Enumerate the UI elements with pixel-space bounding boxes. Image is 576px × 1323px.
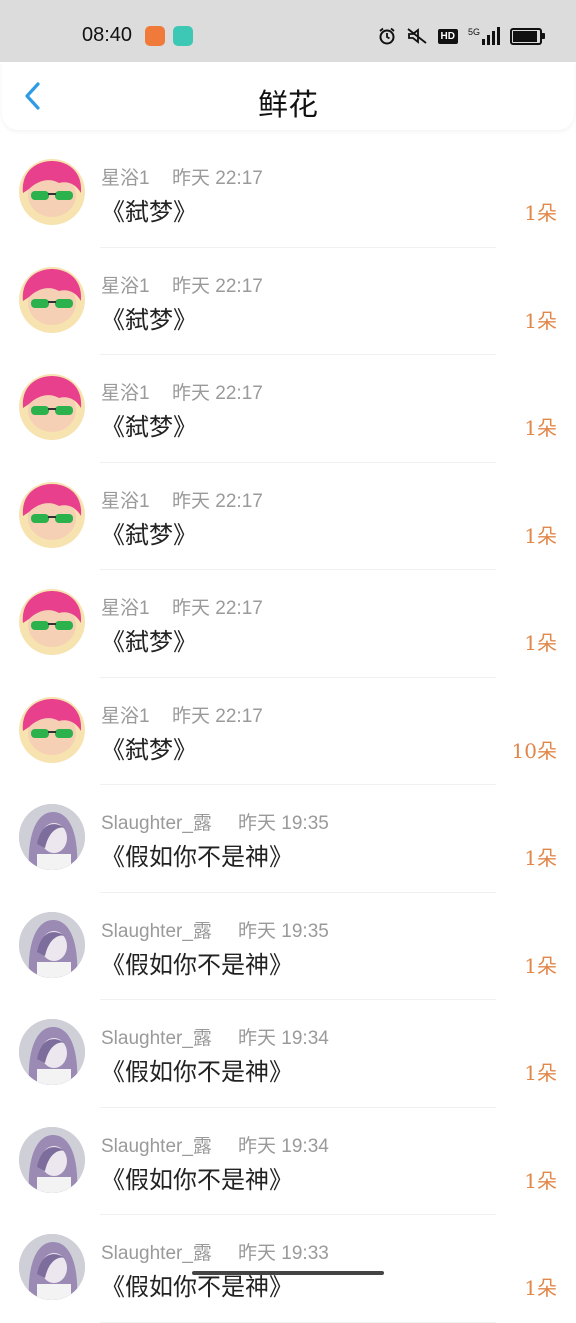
book-title[interactable]: 《假如你不是神》	[101, 1052, 293, 1087]
timestamp: 昨天 19:35	[238, 813, 329, 834]
user-name[interactable]: 星浴1	[101, 593, 150, 620]
avatar[interactable]	[19, 374, 85, 440]
list-item[interactable]: 星浴1 昨天 22:17 《弑梦》 1朵	[0, 248, 576, 355]
list-item[interactable]: 星浴1 昨天 22:17 《弑梦》 10朵	[0, 678, 576, 785]
list-item[interactable]: 星浴1 昨天 22:17 《弑梦》 1朵	[0, 355, 576, 463]
user-name[interactable]: 星浴1	[101, 163, 150, 190]
flower-count: 1朵	[524, 1276, 557, 1300]
timestamp: 昨天 22:17	[172, 168, 263, 189]
list-item[interactable]: Slaughter_露 昨天 19:33 《假如你不是神》 1朵	[0, 1215, 576, 1323]
book-title[interactable]: 《弑梦》	[101, 407, 197, 442]
timestamp: 昨天 22:17	[172, 598, 263, 619]
flower-count: 1朵	[524, 523, 557, 548]
user-name[interactable]: Slaughter_露	[101, 1131, 212, 1158]
list-item[interactable]: Slaughter_露 昨天 19:34 《假如你不是神》 1朵	[0, 1108, 576, 1215]
user-name[interactable]: 星浴1	[101, 486, 150, 513]
book-title[interactable]: 《假如你不是神》	[101, 837, 293, 872]
user-name[interactable]: Slaughter_露	[101, 1023, 212, 1050]
alarm-icon	[378, 27, 395, 45]
avatar[interactable]	[19, 804, 85, 870]
flower-count: 1朵	[524, 201, 557, 225]
timestamp: 昨天 22:17	[172, 275, 263, 297]
timestamp: 昨天 19:33	[238, 1243, 329, 1264]
timestamp: 昨天 19:34	[238, 1028, 329, 1049]
user-name[interactable]: 星浴1	[101, 378, 150, 405]
timestamp: 昨天 22:17	[172, 705, 263, 727]
chat-app-icon	[173, 26, 193, 46]
avatar[interactable]	[19, 589, 85, 655]
timestamp: 昨天 19:34	[238, 1135, 329, 1157]
avatar[interactable]	[19, 159, 85, 225]
status-icons: HD 5G	[378, 25, 545, 47]
timestamp: 昨天 22:17	[172, 383, 263, 404]
timestamp: 昨天 19:35	[238, 920, 329, 942]
mute-icon	[406, 28, 427, 44]
page-title: 鲜花	[258, 88, 318, 123]
user-name[interactable]: 星浴1	[101, 271, 150, 298]
app-notification-icon	[145, 26, 165, 46]
header: 鲜花	[2, 62, 574, 130]
flower-count: 10朵	[511, 738, 557, 763]
book-title[interactable]: 《假如你不是神》	[101, 1160, 293, 1195]
flower-count: 1朵	[524, 1061, 557, 1085]
home-indicator[interactable]	[192, 1271, 384, 1275]
status-time: 08:40	[82, 24, 133, 46]
user-name[interactable]: Slaughter_露	[101, 1238, 212, 1265]
battery-icon	[510, 27, 545, 45]
avatar[interactable]	[19, 1126, 85, 1193]
status-bar: 08:40 HD 5G	[0, 0, 576, 62]
list-item[interactable]: Slaughter_露 昨天 19:35 《假如你不是神》 1朵	[0, 785, 576, 893]
divider	[100, 1321, 496, 1323]
user-name[interactable]: 星浴1	[101, 701, 150, 728]
5g-signal-icon: 5G	[468, 27, 500, 45]
avatar[interactable]	[19, 266, 85, 333]
timestamp: 昨天 22:17	[172, 490, 263, 512]
list-item[interactable]: 星浴1 昨天 22:17 《弑梦》 1朵	[0, 570, 576, 678]
avatar[interactable]	[19, 481, 85, 548]
user-name[interactable]: Slaughter_露	[101, 916, 212, 943]
avatar[interactable]	[19, 1234, 85, 1300]
flower-count: 1朵	[524, 846, 557, 870]
flower-count: 1朵	[524, 1168, 557, 1193]
flower-count: 1朵	[524, 308, 557, 333]
list-item[interactable]: 星浴1 昨天 22:17 《弑梦》 1朵	[0, 140, 576, 248]
book-title[interactable]: 《弑梦》	[101, 730, 197, 765]
avatar[interactable]	[19, 911, 85, 978]
book-title[interactable]: 《弑梦》	[101, 300, 197, 335]
book-title[interactable]: 《弑梦》	[101, 192, 197, 227]
hd-icon: HD	[437, 28, 458, 44]
book-title[interactable]: 《弑梦》	[101, 622, 197, 657]
list-item[interactable]: 星浴1 昨天 22:17 《弑梦》 1朵	[0, 463, 576, 570]
book-title[interactable]: 《弑梦》	[101, 515, 197, 550]
flower-list: 星浴1 昨天 22:17 《弑梦》 1朵 星浴1 昨天 22:17 《弑梦》 1朵 星浴1 昨天 …	[0, 140, 576, 1323]
user-name[interactable]: Slaughter_露	[101, 808, 212, 835]
flower-count: 1朵	[524, 631, 557, 655]
avatar[interactable]	[19, 696, 85, 763]
flower-count: 1朵	[524, 953, 557, 978]
list-item[interactable]: Slaughter_露 昨天 19:34 《假如你不是神》 1朵	[0, 1000, 576, 1108]
network-label: 5G	[467, 27, 480, 37]
flower-count: 1朵	[524, 416, 557, 440]
avatar[interactable]	[19, 1019, 85, 1085]
list-item[interactable]: Slaughter_露 昨天 19:35 《假如你不是神》 1朵	[0, 893, 576, 1000]
book-title[interactable]: 《假如你不是神》	[101, 945, 293, 980]
